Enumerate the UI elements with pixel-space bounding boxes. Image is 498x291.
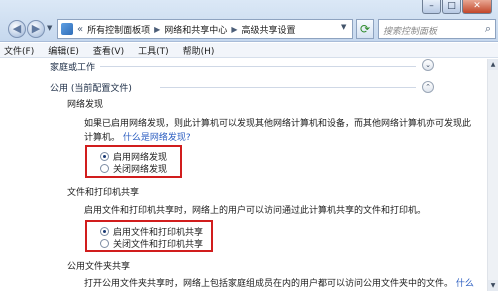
history-dropdown-icon[interactable]: ▼ bbox=[47, 24, 52, 32]
address-dropdown-icon[interactable]: ▼ bbox=[341, 23, 346, 31]
window-controls: – □ ✕ bbox=[422, 0, 492, 16]
scroll-up-icon[interactable]: ▲ bbox=[488, 59, 498, 70]
search-icon[interactable]: ⌕ bbox=[485, 22, 491, 36]
expand-icon[interactable]: ⌄ bbox=[422, 59, 434, 71]
collapse-icon[interactable]: ⌃ bbox=[422, 81, 434, 93]
public-folder-desc: 打开公用文件夹共享时，网络上包括家庭组成员在内的用户都可以访问公用文件夹中的文件… bbox=[84, 277, 484, 291]
breadcrumb-separator-icon[interactable]: ▶ bbox=[231, 25, 237, 34]
section-divider bbox=[100, 66, 416, 67]
radio-label[interactable]: 关闭文件和打印机共享 bbox=[113, 237, 203, 250]
network-discovery-help-link[interactable]: 什么是网络发现? bbox=[123, 133, 191, 143]
overflow-icon[interactable]: « bbox=[77, 24, 83, 35]
breadcrumb-item[interactable]: 高级共享设置 bbox=[241, 23, 295, 36]
file-printer-desc: 启用文件和打印机共享时，网络上的用户可以访问通过此计算机共享的文件和打印机。 bbox=[84, 206, 427, 216]
search-input[interactable]: 搜索控制面板 ⌕ bbox=[378, 19, 496, 39]
file-printer-title: 文件和打印机共享 bbox=[67, 188, 140, 198]
network-discovery-desc-line1: 如果已启用网络发现，则此计算机可以发现其他网络计算机和设备，而其他网络计算机亦可… bbox=[84, 119, 472, 129]
section-public-title[interactable]: 公用 (当前配置文件) bbox=[50, 81, 132, 94]
radio-unselected-icon[interactable] bbox=[100, 239, 109, 248]
maximize-button[interactable]: □ bbox=[442, 0, 461, 14]
refresh-button[interactable]: ⟳ bbox=[356, 19, 374, 39]
radio-disable-network-discovery[interactable]: 关闭网络发现 bbox=[100, 162, 167, 175]
vertical-scrollbar[interactable]: ▲ ▼ bbox=[487, 59, 498, 291]
scroll-down-icon[interactable]: ▼ bbox=[488, 280, 498, 291]
radio-selected-icon[interactable] bbox=[100, 152, 109, 161]
breadcrumb-separator-icon[interactable]: ▶ bbox=[154, 25, 160, 34]
menu-file[interactable]: 文件(F) bbox=[4, 44, 34, 57]
minimize-button[interactable]: – bbox=[422, 0, 441, 14]
address-box[interactable]: « 所有控制面板项 ▶ 网络和共享中心 ▶ 高级共享设置 bbox=[57, 19, 353, 39]
radio-label[interactable]: 关闭网络发现 bbox=[113, 162, 167, 175]
public-folder-help-link[interactable]: 什么 bbox=[456, 279, 474, 289]
radio-selected-icon[interactable] bbox=[100, 227, 109, 236]
menu-help[interactable]: 帮助(H) bbox=[183, 44, 215, 57]
menu-tools[interactable]: 工具(T) bbox=[138, 44, 169, 57]
close-button[interactable]: ✕ bbox=[462, 0, 492, 14]
address-bar-area: – □ ✕ ◀ ▶ ▼ « 所有控制面板项 ▶ 网络和共享中心 ▶ 高级共享设置… bbox=[0, 0, 498, 42]
back-button[interactable]: ◀ bbox=[8, 20, 26, 38]
radio-disable-file-printer[interactable]: 关闭文件和打印机共享 bbox=[100, 237, 203, 250]
breadcrumb-item[interactable]: 所有控制面板项 bbox=[87, 23, 150, 36]
menu-edit[interactable]: 编辑(E) bbox=[48, 44, 79, 57]
network-discovery-desc-line2: 计算机。 bbox=[84, 133, 121, 143]
control-panel-icon bbox=[61, 23, 73, 35]
section-home-work-title[interactable]: 家庭或工作 bbox=[50, 60, 95, 73]
search-placeholder: 搜索控制面板 bbox=[383, 27, 438, 37]
settings-content: 家庭或工作 ⌄ 公用 (当前配置文件) ⌃ 网络发现 如果已启用网络发现，则此计… bbox=[0, 59, 487, 291]
network-discovery-title: 网络发现 bbox=[67, 100, 104, 110]
menu-view[interactable]: 查看(V) bbox=[93, 44, 124, 57]
menu-bar: 文件(F) 编辑(E) 查看(V) 工具(T) 帮助(H) bbox=[0, 43, 498, 58]
radio-unselected-icon[interactable] bbox=[100, 164, 109, 173]
breadcrumb-item[interactable]: 网络和共享中心 bbox=[164, 23, 227, 36]
forward-button[interactable]: ▶ bbox=[27, 20, 45, 38]
network-discovery-desc: 如果已启用网络发现，则此计算机可以发现其他网络计算机和设备，而其他网络计算机亦可… bbox=[84, 117, 472, 145]
public-folder-desc-text: 打开公用文件夹共享时，网络上包括家庭组成员在内的用户都可以访问公用文件夹中的文件… bbox=[84, 279, 454, 289]
section-divider bbox=[160, 87, 416, 88]
public-folder-title: 公用文件夹共享 bbox=[67, 262, 131, 272]
